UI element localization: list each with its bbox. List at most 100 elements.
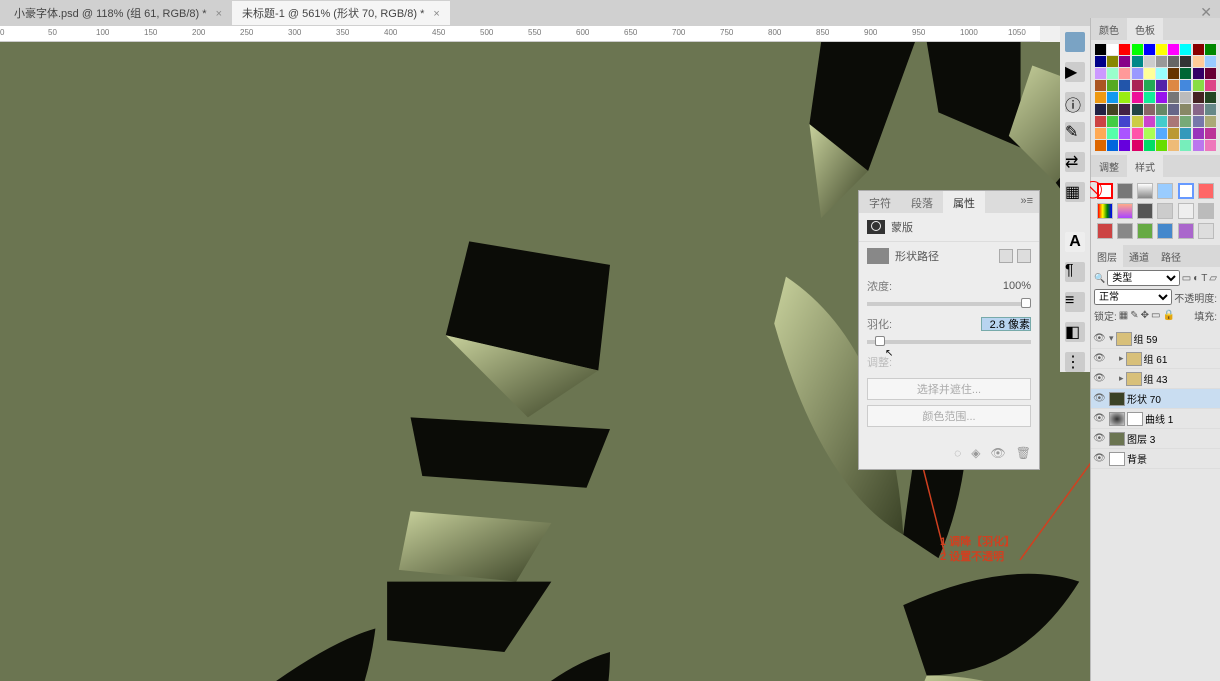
swatch[interactable]	[1132, 116, 1143, 127]
swatch[interactable]	[1168, 116, 1179, 127]
swatch[interactable]	[1095, 116, 1106, 127]
swatch[interactable]	[1205, 80, 1216, 91]
filter-type-icon[interactable]: T	[1201, 273, 1207, 284]
swatch[interactable]	[1144, 104, 1155, 115]
styles-grid[interactable]: ⃠	[1091, 177, 1220, 245]
lock-move-icon[interactable]: ✥	[1141, 310, 1149, 321]
layer-row[interactable]: 👁曲线 1	[1091, 409, 1220, 429]
swatch[interactable]	[1095, 56, 1106, 67]
document-tab[interactable]: 小豪字体.psd @ 118% (组 61, RGB/8) * ×	[4, 1, 232, 25]
swatch[interactable]	[1144, 56, 1155, 67]
swatch[interactable]	[1107, 116, 1118, 127]
visibility-icon[interactable]: 👁	[1093, 393, 1105, 404]
swatch[interactable]	[1180, 56, 1191, 67]
swatch[interactable]	[1205, 128, 1216, 139]
panel-icon[interactable]: ▦	[1065, 182, 1085, 202]
swatch[interactable]	[1205, 68, 1216, 79]
density-slider[interactable]	[867, 302, 1031, 306]
swatch[interactable]	[1168, 140, 1179, 151]
swatch[interactable]	[1132, 44, 1143, 55]
swatch[interactable]	[1180, 116, 1191, 127]
swatch[interactable]	[1144, 92, 1155, 103]
swatch[interactable]	[1095, 92, 1106, 103]
swatches-tab[interactable]: 色板	[1127, 18, 1163, 40]
swatch[interactable]	[1156, 92, 1167, 103]
swatch[interactable]	[1132, 104, 1143, 115]
swatch[interactable]	[1107, 104, 1118, 115]
swatch[interactable]	[1205, 92, 1216, 103]
select-and-mask-button[interactable]: 选择并遮住...	[867, 378, 1031, 400]
swatch[interactable]	[1107, 128, 1118, 139]
properties-tab[interactable]: 属性	[943, 191, 985, 213]
swatch[interactable]	[1205, 44, 1216, 55]
layer-name[interactable]: 形状 70	[1127, 391, 1218, 406]
panel-menu-icon[interactable]: »≡	[1014, 191, 1039, 213]
swatch[interactable]	[1168, 44, 1179, 55]
swatch[interactable]	[1095, 104, 1106, 115]
lock-artboard-icon[interactable]: ▭	[1151, 310, 1160, 321]
swatch[interactable]	[1156, 44, 1167, 55]
delete-mask-icon[interactable]: 🗑	[1016, 446, 1031, 460]
swatch[interactable]	[1119, 128, 1130, 139]
swatch[interactable]	[1193, 56, 1204, 67]
swatch[interactable]	[1180, 80, 1191, 91]
brush-icon[interactable]: ✎	[1065, 122, 1085, 142]
close-icon[interactable]: ×	[216, 8, 222, 20]
swatch[interactable]	[1119, 68, 1130, 79]
swatch[interactable]	[1205, 104, 1216, 115]
swatch[interactable]	[1168, 80, 1179, 91]
swatch[interactable]	[1107, 44, 1118, 55]
filter-pixel-icon[interactable]: ▭	[1182, 273, 1191, 284]
visibility-icon[interactable]: 👁	[1093, 333, 1105, 344]
swatch[interactable]	[1193, 140, 1204, 151]
swatch[interactable]	[1095, 128, 1106, 139]
swatch[interactable]	[1168, 92, 1179, 103]
layer-name[interactable]: 组 59	[1134, 331, 1218, 346]
layer-row[interactable]: 👁▸组 61	[1091, 349, 1220, 369]
align-icon[interactable]: ≡	[1065, 292, 1085, 312]
layer-name[interactable]: 图层 3	[1127, 431, 1218, 446]
swatch[interactable]	[1193, 104, 1204, 115]
swatch[interactable]	[1144, 44, 1155, 55]
toggle-icon[interactable]	[1065, 32, 1085, 52]
layer-kind-select[interactable]: 类型	[1107, 270, 1179, 286]
mask-icon[interactable]: ◧	[1065, 322, 1085, 342]
swatch[interactable]	[1144, 128, 1155, 139]
swatch[interactable]	[1168, 56, 1179, 67]
lock-pixels-icon[interactable]: ▦	[1119, 310, 1128, 321]
swatch[interactable]	[1144, 80, 1155, 91]
swatch[interactable]	[1119, 140, 1130, 151]
swatch[interactable]	[1156, 116, 1167, 127]
folder-toggle-icon[interactable]: ▸	[1119, 353, 1124, 364]
layer-list[interactable]: 👁▾组 59👁▸组 61👁▸组 43👁形状 70👁曲线 1👁图层 3👁背景	[1091, 329, 1220, 469]
layer-row[interactable]: 👁背景	[1091, 449, 1220, 469]
swatch[interactable]	[1156, 56, 1167, 67]
swatch[interactable]	[1180, 68, 1191, 79]
swatch[interactable]	[1107, 140, 1118, 151]
density-value[interactable]: 100%	[981, 280, 1031, 292]
layer-row[interactable]: 👁图层 3	[1091, 429, 1220, 449]
path-select-icon[interactable]	[999, 249, 1013, 263]
layer-name[interactable]: 背景	[1127, 451, 1218, 466]
swatch[interactable]	[1107, 56, 1118, 67]
swatch[interactable]	[1119, 44, 1130, 55]
layer-name[interactable]: 组 61	[1144, 351, 1218, 366]
layer-row[interactable]: 👁▸组 43	[1091, 369, 1220, 389]
styles-tab[interactable]: 样式	[1127, 155, 1163, 177]
swatch[interactable]	[1205, 116, 1216, 127]
swatch[interactable]	[1119, 104, 1130, 115]
swatch[interactable]	[1132, 68, 1143, 79]
visibility-icon[interactable]: 👁	[1093, 413, 1105, 424]
swatch[interactable]	[1119, 56, 1130, 67]
swatch[interactable]	[1132, 128, 1143, 139]
swatch[interactable]	[1156, 140, 1167, 151]
info-icon[interactable]: ⓘ	[1065, 92, 1085, 112]
more-icon[interactable]: ⋮	[1065, 352, 1085, 372]
feather-input[interactable]	[981, 317, 1031, 331]
swatch[interactable]	[1107, 92, 1118, 103]
swatch[interactable]	[1119, 92, 1130, 103]
adjust-tab[interactable]: 调整	[1091, 155, 1127, 177]
lock-all-icon[interactable]: 🔒	[1162, 310, 1174, 321]
paragraph-tab[interactable]: 段落	[901, 191, 943, 213]
character-tab[interactable]: 字符	[859, 191, 901, 213]
